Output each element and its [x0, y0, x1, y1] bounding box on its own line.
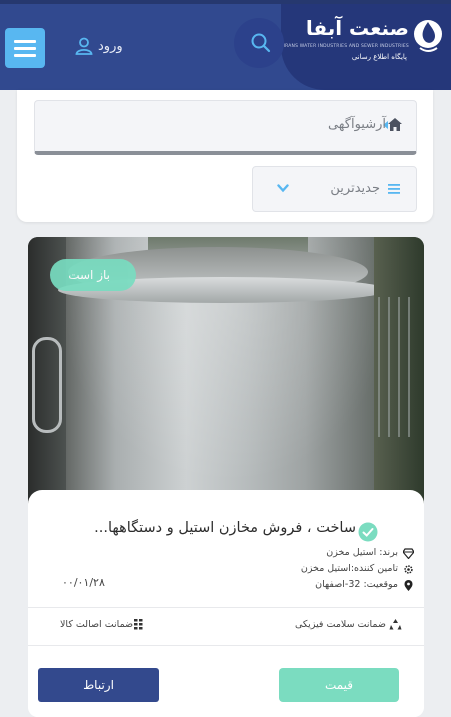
logo-panel[interactable]: صنعت آبفا IRANS WATER INDUSTRIES AND SEW… [281, 4, 451, 90]
tank-pipe [32, 337, 62, 433]
status-badge: باز است [50, 259, 136, 291]
sort-label: جدیدترین [330, 181, 380, 196]
search-icon[interactable] [250, 32, 272, 54]
verified-check-icon [358, 522, 378, 542]
sort-dropdown[interactable]: جدیدترین [252, 166, 417, 212]
grid-icon [134, 619, 143, 630]
divider [28, 645, 424, 646]
top-header: صنعت آبفا IRANS WATER INDUSTRIES AND SEW… [0, 0, 451, 90]
guarantee-authenticity: ضمانت اصالت کالا [60, 619, 134, 630]
menu-bar [14, 39, 36, 43]
recycle-icon [389, 619, 402, 630]
listing-location: موقعیت: 32-اصفهان [315, 579, 398, 590]
listing-title[interactable]: ساخت ، فروش مخازن استیل و دستگاهها... [94, 520, 356, 536]
list-icon [388, 184, 400, 194]
chevron-down-icon [277, 184, 289, 193]
diamond-icon [403, 548, 414, 559]
listing-date: ۰۰/۰۱/۲۸ [62, 576, 105, 589]
photo-railing [378, 297, 418, 437]
user-icon [75, 37, 93, 55]
listing-photo[interactable]: باز است [28, 237, 424, 517]
logo-title: صنعت آبفا [305, 16, 409, 40]
filter-card: آرشیوآگهی جدیدترین [17, 90, 433, 222]
gear-icon [404, 565, 413, 574]
breadcrumb[interactable]: آرشیوآگهی [34, 100, 417, 155]
logo-drop-icon [414, 20, 442, 52]
location-pin-icon [404, 580, 413, 591]
menu-bar [14, 46, 36, 50]
divider [28, 607, 424, 608]
listing-brand: برند: استیل مخزن [326, 547, 398, 558]
price-button[interactable]: قیمت [279, 668, 399, 702]
listing-info-panel: ساخت ، فروش مخازن استیل و دستگاهها... بر… [28, 490, 424, 717]
menu-bar [14, 53, 36, 57]
status-badge-label: باز است [68, 268, 110, 282]
logo-subtitle-en: IRANS WATER INDUSTRIES AND SEWER INDUSTR… [283, 44, 409, 49]
contact-button[interactable]: ارتباط [38, 668, 159, 702]
guarantee-physical-health: ضمانت سلامت فیزیکی [295, 619, 386, 630]
breadcrumb-label[interactable]: آرشیوآگهی [328, 117, 386, 132]
login-label: ورود [98, 38, 123, 54]
listing-card[interactable]: باز است ساخت ، فروش مخازن استیل و دستگاه… [28, 237, 424, 717]
hamburger-menu-button[interactable] [5, 28, 45, 68]
listing-supplier: تامین کننده:استیل مخزن [300, 563, 398, 574]
home-icon [388, 118, 402, 131]
login-link[interactable]: ورود [74, 34, 123, 58]
logo-subtitle-fa: پایگاه اطلاع رسانی [351, 53, 407, 61]
